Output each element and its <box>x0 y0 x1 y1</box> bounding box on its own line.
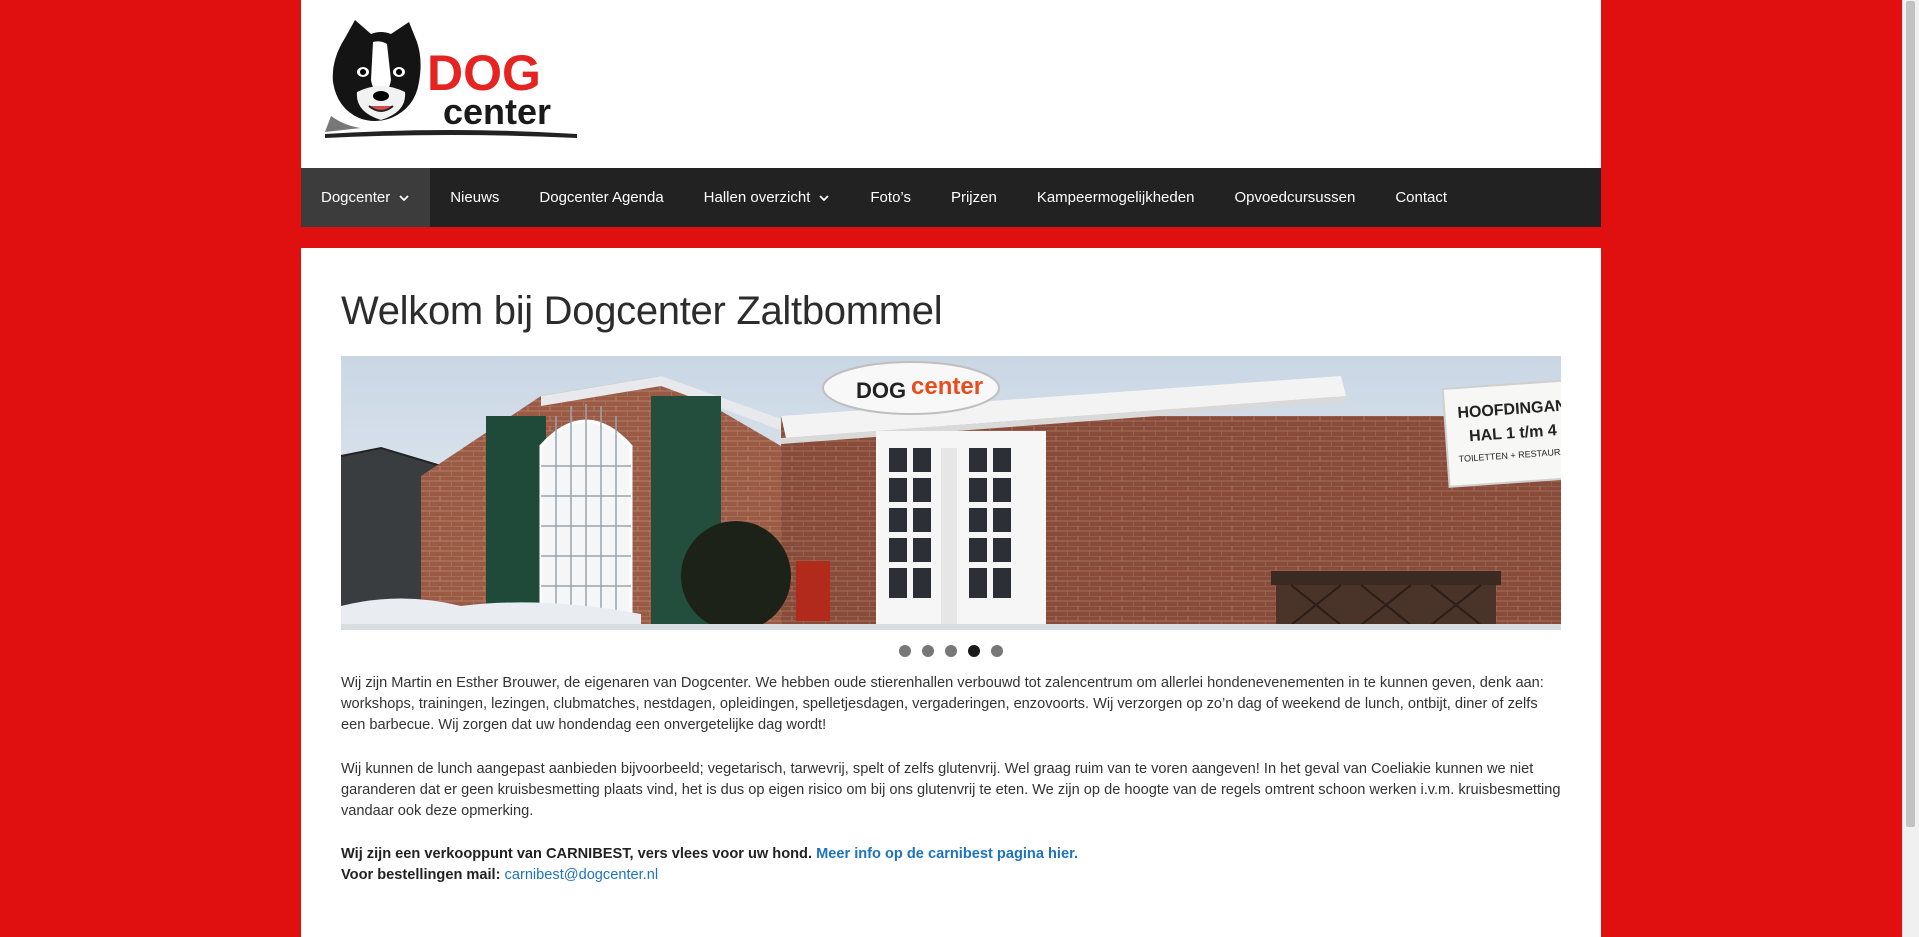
nav-item-opvoed[interactable]: Opvoedcursussen <box>1214 168 1375 227</box>
carnibest-text: Wij zijn een verkooppunt van CARNIBEST, … <box>341 846 813 862</box>
nav-item-label: Kampeermogelijkheden <box>1036 189 1195 206</box>
lunch-paragraph: Wij kunnen de lunch aangepast aanbieden … <box>341 761 1561 819</box>
carnibest-link[interactable]: Meer info op de carnibest pagina hier. <box>816 846 1078 862</box>
nav-item-fotos[interactable]: Foto’s <box>850 168 931 227</box>
nav-item-label: Prijzen <box>950 189 997 206</box>
page-scrollbar[interactable] <box>1902 0 1919 937</box>
nav-item-hallen[interactable]: Hallen overzicht <box>684 168 851 227</box>
image-slider[interactable]: DOG center HOOFDINGANG HAL 1 t/m 4 TOILE… <box>341 356 1561 630</box>
nav-item-label: Nieuws <box>450 189 500 206</box>
main-navigation: Dogcenter Nieuws Dogcenter Agenda Hallen… <box>301 168 1601 227</box>
site-logo[interactable]: DOG center <box>325 20 577 144</box>
nav-item-label: Dogcenter Agenda <box>539 189 664 206</box>
header-spacer <box>301 227 1601 248</box>
nav-item-label: Dogcenter <box>321 189 391 206</box>
main-content: Welkom bij Dogcenter Zaltbommel DOG cent… <box>301 248 1601 937</box>
orders-label: Voor bestellingen mail: <box>341 867 501 883</box>
slider-dot-3[interactable] <box>945 645 957 657</box>
chevron-down-icon <box>399 194 409 201</box>
slider-dot-1[interactable] <box>899 645 911 657</box>
page-title: Welkom bij Dogcenter Zaltbommel <box>341 289 943 333</box>
intro-paragraph: Wij zijn Martin en Esther Brouwer, de ei… <box>341 675 1544 733</box>
nav-item-nieuws[interactable]: Nieuws <box>430 168 519 227</box>
orders-email-link[interactable]: carnibest@dogcenter.nl <box>505 867 659 883</box>
nav-item-label: Contact <box>1395 189 1448 206</box>
slider-dot-4[interactable] <box>968 645 980 657</box>
nav-item-label: Foto’s <box>870 189 911 206</box>
scrollbar-thumb[interactable] <box>1906 1 1915 827</box>
nav-item-kampeer[interactable]: Kampeermogelijkheden <box>1017 168 1215 227</box>
chevron-down-icon <box>819 194 830 201</box>
nav-item-label: Hallen overzicht <box>703 189 811 206</box>
nav-item-prijzen[interactable]: Prijzen <box>931 168 1017 227</box>
carnibest-paragraph: Wij zijn een verkooppunt van CARNIBEST, … <box>341 844 1561 886</box>
site-header: DOG center <box>301 0 1601 168</box>
nav-item-label: Opvoedcursussen <box>1234 189 1356 206</box>
nav-item-contact[interactable]: Contact <box>1375 168 1467 227</box>
dog-logo-icon: DOG center <box>325 20 577 138</box>
slide-building-image: DOG center HOOFDINGANG HAL 1 t/m 4 TOILE… <box>341 356 1561 630</box>
slide-sign-center: center <box>911 373 983 400</box>
nav-item-dogcenter[interactable]: Dogcenter <box>301 168 431 227</box>
page-wrapper: DOG center Dogcenter Nieuws Dogcenter Ag… <box>301 0 1601 937</box>
slider-pagination <box>341 645 1561 658</box>
slide-sign-dog: DOG <box>856 378 906 403</box>
slider-dot-5[interactable] <box>991 645 1003 657</box>
slider-dot-2[interactable] <box>922 645 934 657</box>
logo-center-text: center <box>443 91 551 132</box>
nav-item-agenda[interactable]: Dogcenter Agenda <box>519 168 683 227</box>
